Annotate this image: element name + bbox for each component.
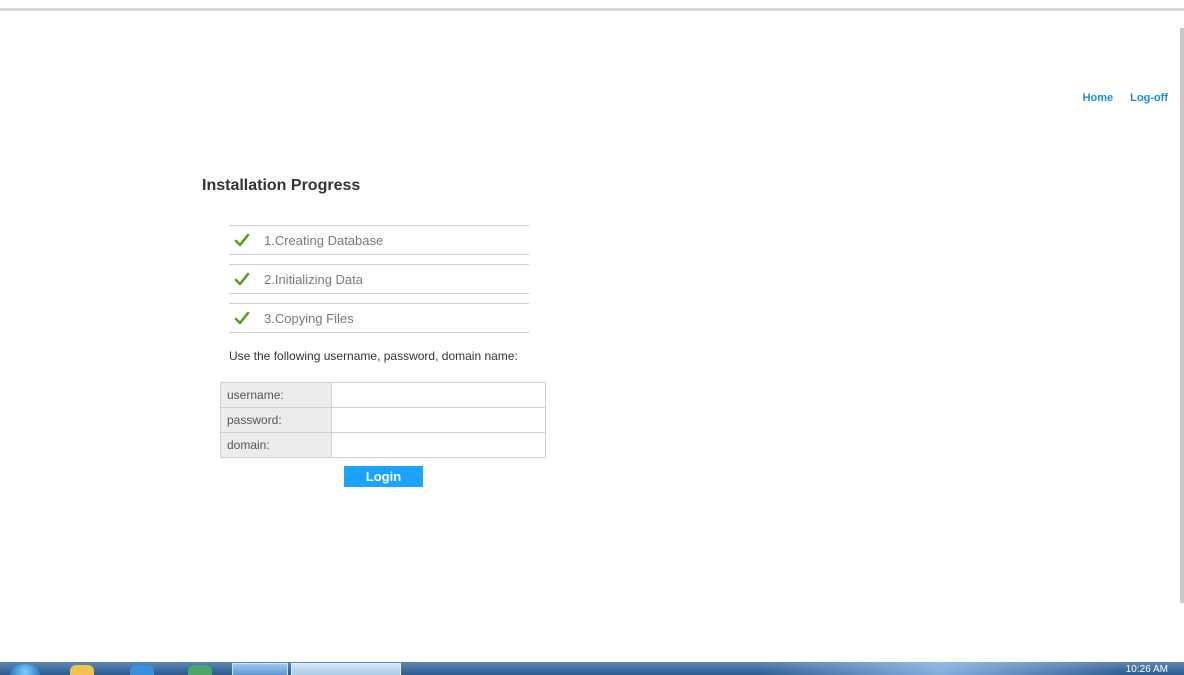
explorer-icon[interactable] — [70, 665, 94, 675]
step-item: 2.Initializing Data — [229, 264, 529, 294]
step-label: 2.Initializing Data — [264, 271, 363, 287]
password-value — [331, 407, 546, 433]
domain-value — [331, 432, 546, 458]
check-icon — [232, 272, 252, 286]
check-icon — [232, 311, 252, 325]
media-icon[interactable] — [188, 665, 212, 675]
step-item: 1.Creating Database — [229, 225, 529, 255]
step-label: 3.Copying Files — [264, 310, 354, 326]
taskbar-window-button[interactable] — [291, 663, 401, 675]
table-row: password: — [220, 407, 546, 433]
password-label: password: — [220, 407, 332, 433]
page-title: Installation Progress — [202, 177, 361, 194]
clock: 10:26 AM — [1125, 664, 1168, 675]
ie-icon[interactable] — [130, 665, 154, 675]
window-top-border — [0, 8, 1184, 11]
home-link[interactable]: Home — [1083, 92, 1114, 104]
username-label: username: — [220, 382, 332, 408]
check-icon — [232, 233, 252, 247]
taskbar-app-button[interactable] — [232, 663, 288, 675]
login-button[interactable]: Login — [344, 466, 423, 487]
step-label: 1.Creating Database — [264, 232, 384, 248]
taskbar-glow — [760, 662, 1120, 675]
table-row: domain: — [220, 432, 546, 458]
credentials-table: username: password: domain: — [220, 382, 546, 458]
top-nav: Home Log-off — [1083, 92, 1168, 104]
logoff-link[interactable]: Log-off — [1130, 92, 1168, 104]
credentials-instructions: Use the following username, password, do… — [229, 349, 518, 363]
domain-label: domain: — [220, 432, 332, 458]
taskbar: 10:26 AM — [0, 662, 1184, 675]
username-value — [331, 382, 546, 408]
installation-steps: 1.Creating Database 2.Initializing Data … — [229, 225, 529, 342]
scrollbar[interactable] — [1180, 28, 1184, 603]
table-row: username: — [220, 382, 546, 408]
start-button[interactable] — [10, 664, 40, 675]
step-item: 3.Copying Files — [229, 303, 529, 333]
